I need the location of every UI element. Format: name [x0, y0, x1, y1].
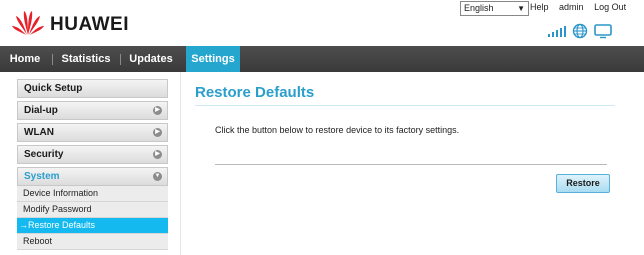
globe-icon[interactable]: [572, 23, 588, 39]
restore-button[interactable]: Restore: [556, 174, 610, 193]
chevron-right-icon: ▶: [153, 106, 162, 115]
language-select[interactable]: English ▼: [460, 1, 529, 16]
sidebar-item-label: Quick Setup: [24, 83, 83, 94]
logout-link[interactable]: Log Out: [594, 2, 626, 12]
nav-statistics[interactable]: Statistics: [54, 46, 118, 72]
restore-description: Click the button below to restore device…: [215, 125, 460, 135]
sidebar-divider: [180, 72, 181, 255]
sidebar: Quick Setup Dial-up ▶ WLAN ▶ Security ▶ …: [17, 79, 168, 250]
signal-strength-icon: [548, 23, 566, 39]
system-submenu: Device Information Modify Password →Rest…: [17, 186, 168, 250]
chevron-down-icon: ▼: [153, 172, 162, 181]
main-nav: Home Statistics Updates Settings: [0, 46, 644, 72]
chevron-right-icon: ▶: [153, 128, 162, 137]
huawei-logo-icon: [12, 11, 44, 35]
nav-home[interactable]: Home: [0, 46, 50, 72]
title-underline: [195, 105, 615, 106]
sidebar-item-label: System: [24, 171, 60, 182]
submenu-reboot[interactable]: Reboot: [17, 234, 168, 250]
sidebar-item-label: Dial-up: [24, 105, 58, 116]
brand-name: HUAWEI: [50, 14, 129, 35]
sidebar-item-label: Security: [24, 149, 64, 160]
nav-divider: [52, 54, 53, 65]
sidebar-item-dial-up[interactable]: Dial-up ▶: [17, 101, 168, 120]
monitor-icon[interactable]: [594, 23, 612, 39]
chevron-right-icon: ▶: [153, 150, 162, 159]
sidebar-item-quick-setup[interactable]: Quick Setup: [17, 79, 168, 98]
header: HUAWEI English ▼ Help admin Log Out: [0, 0, 644, 45]
nav-updates[interactable]: Updates: [122, 46, 180, 72]
nav-settings[interactable]: Settings: [186, 46, 240, 72]
page-title: Restore Defaults: [195, 84, 315, 101]
sidebar-item-wlan[interactable]: WLAN ▶: [17, 123, 168, 142]
submenu-modify-password[interactable]: Modify Password: [17, 202, 168, 218]
language-value: English: [464, 3, 494, 13]
nav-divider: [120, 54, 121, 65]
top-links: Help admin Log Out: [530, 2, 634, 12]
admin-link[interactable]: admin: [559, 2, 584, 12]
sidebar-item-system[interactable]: System ▼: [17, 167, 168, 186]
sidebar-item-label: WLAN: [24, 127, 54, 138]
dropdown-arrow-icon: ▼: [517, 4, 525, 13]
submenu-restore-defaults[interactable]: →Restore Defaults: [17, 218, 168, 234]
content-divider: [215, 164, 607, 165]
sidebar-item-security[interactable]: Security ▶: [17, 145, 168, 164]
submenu-device-information[interactable]: Device Information: [17, 186, 168, 202]
help-link[interactable]: Help: [530, 2, 549, 12]
